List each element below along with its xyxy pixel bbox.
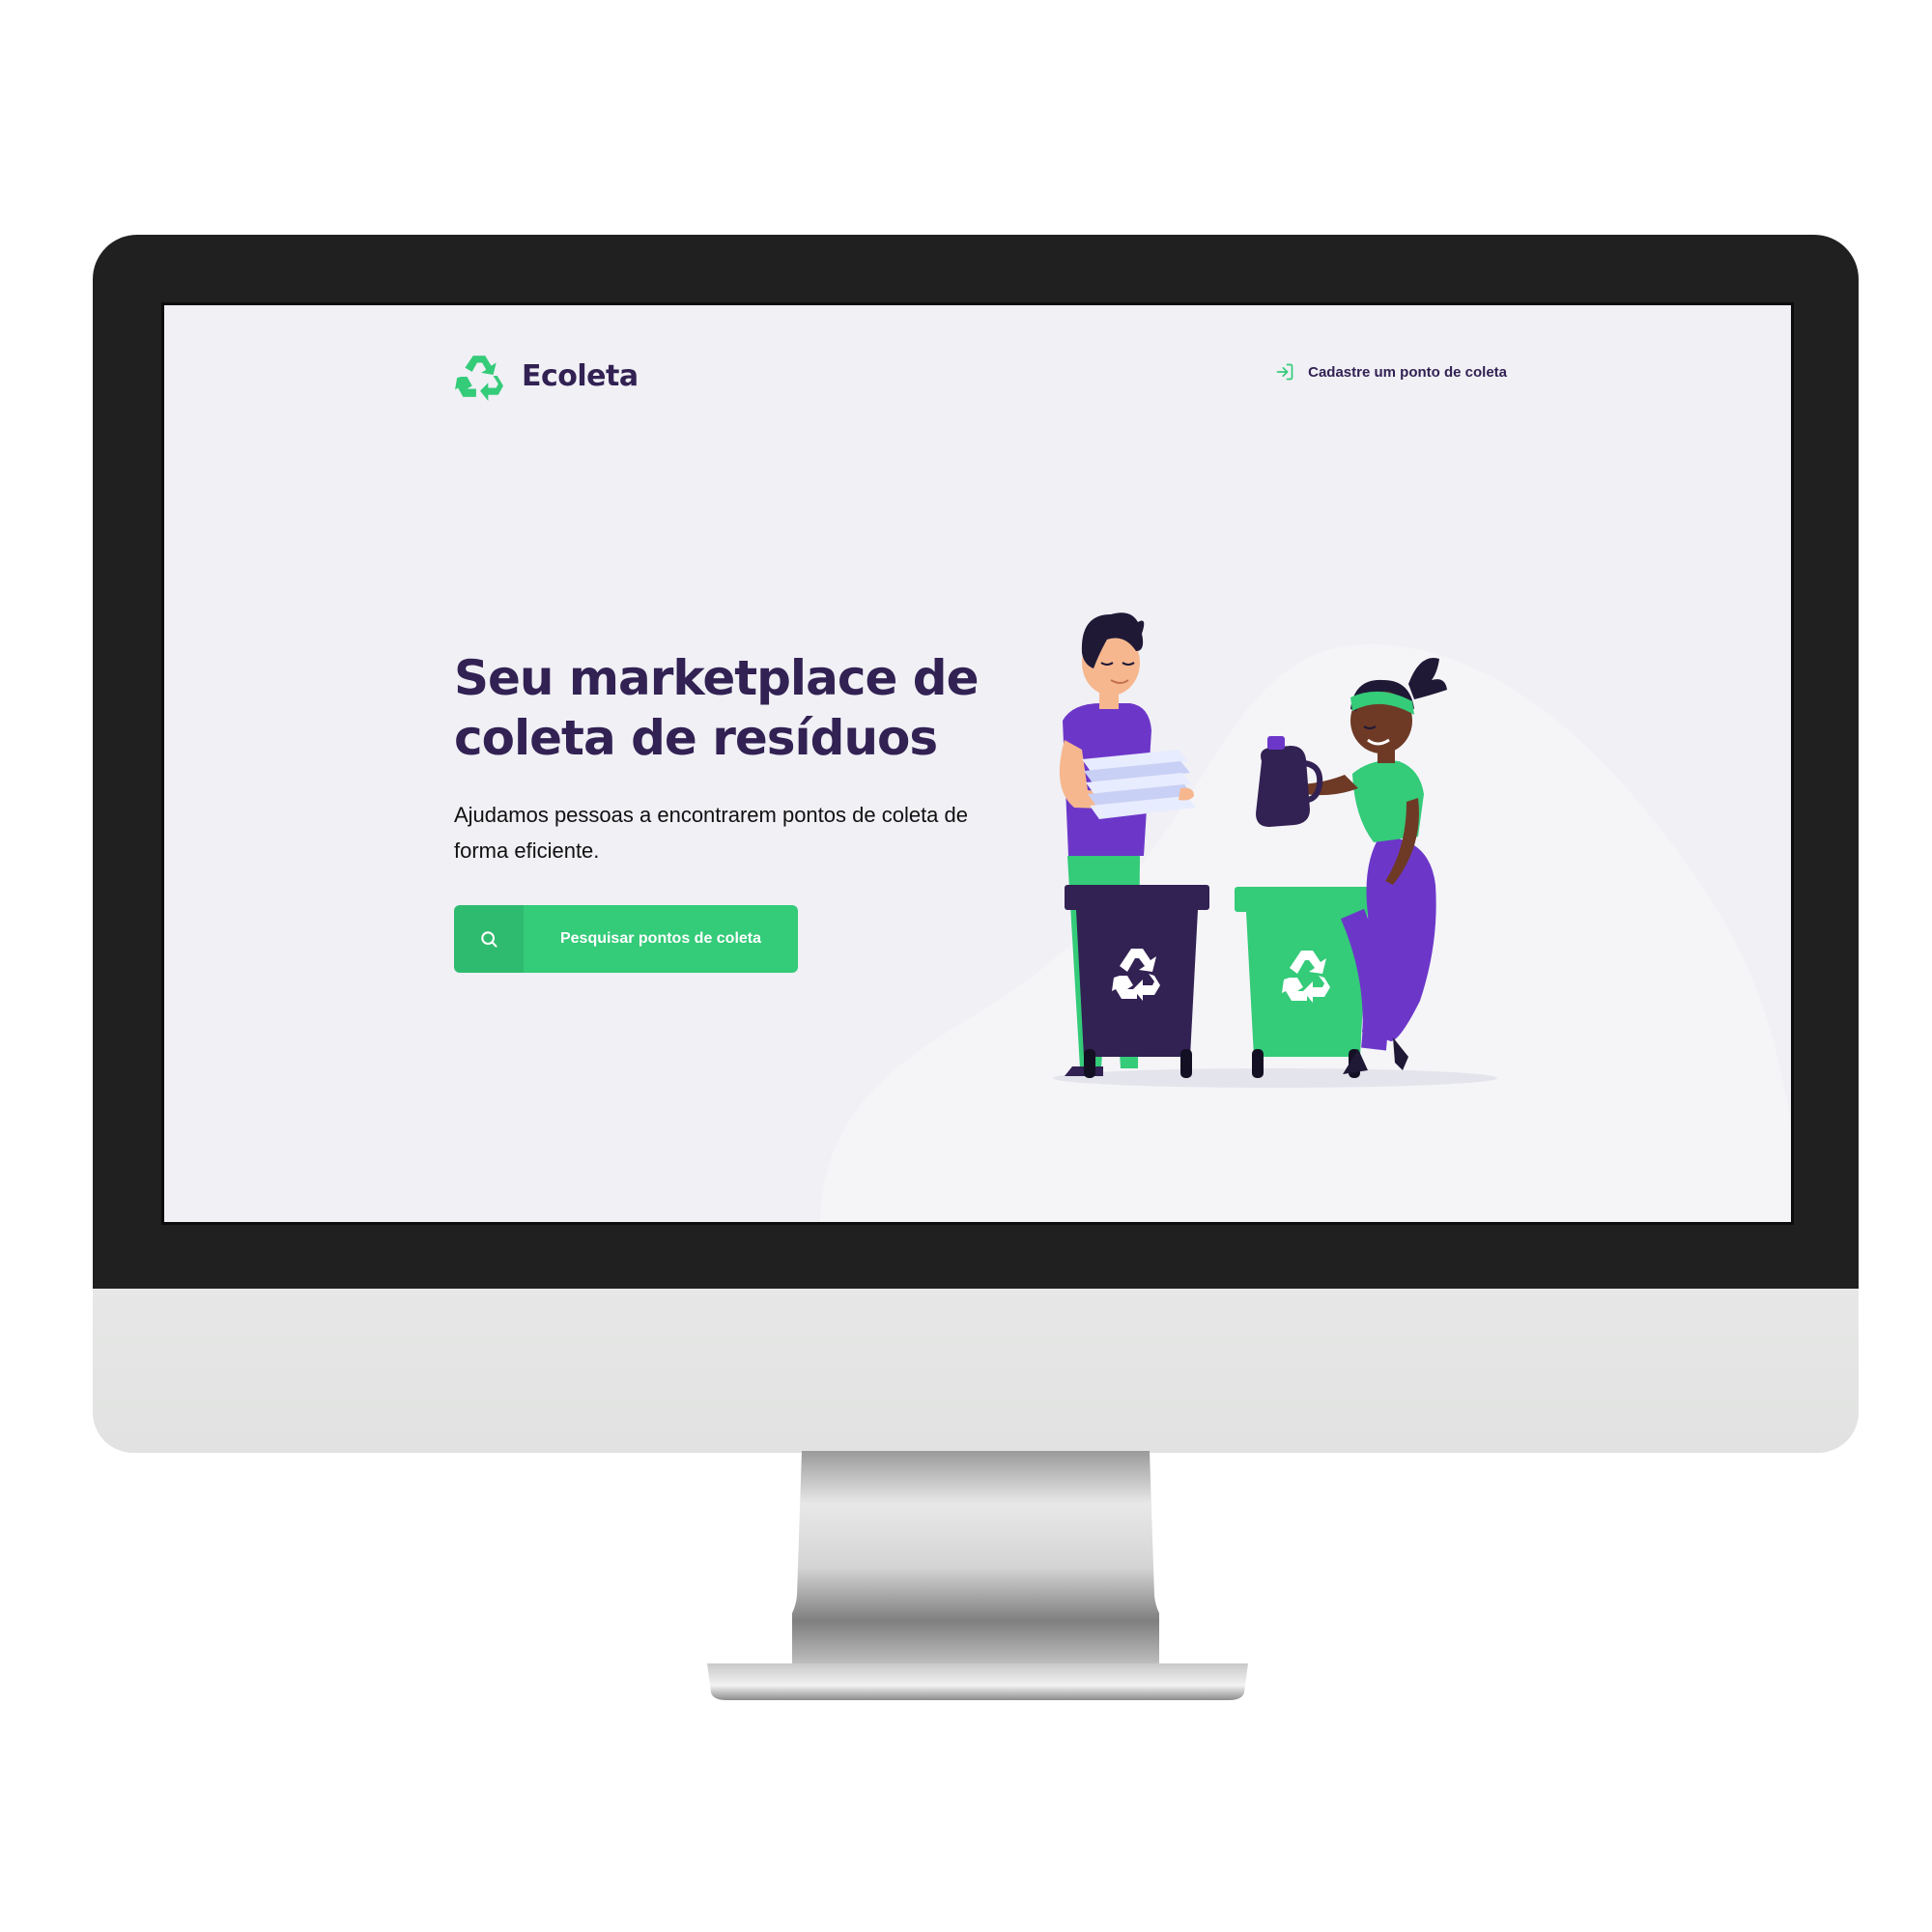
register-point-link[interactable]: Cadastre um ponto de coleta xyxy=(1275,362,1507,382)
people-recycling-illustration xyxy=(1053,612,1497,1088)
log-in-icon xyxy=(1276,363,1293,381)
logo-text: Ecoleta xyxy=(522,358,639,393)
register-point-label: Cadastre um ponto de coleta xyxy=(1308,363,1507,381)
search-points-button[interactable]: Pesquisar pontos de coleta xyxy=(454,905,798,973)
monitor-chin xyxy=(93,1289,1859,1453)
header: Ecoleta Cadastre um ponto de coleta xyxy=(454,349,1507,407)
hero-title: Seu marketplace de coleta de resíduos xyxy=(454,650,979,766)
search-points-label: Pesquisar pontos de coleta xyxy=(559,930,762,947)
recycle-icon xyxy=(455,355,503,401)
screen: Ecoleta Cadastre um ponto de coleta Seu … xyxy=(161,302,1794,1225)
monitor-stand-neck xyxy=(792,1451,1159,1663)
logo[interactable]: Ecoleta xyxy=(454,349,639,403)
hero-description: Ajudamos pessoas a encontrarem pontos de… xyxy=(454,803,968,863)
search-icon xyxy=(454,905,524,973)
hero-section: Seu marketplace de coleta de resíduos Aj… xyxy=(454,648,1014,973)
monitor-stand-base xyxy=(707,1663,1248,1700)
